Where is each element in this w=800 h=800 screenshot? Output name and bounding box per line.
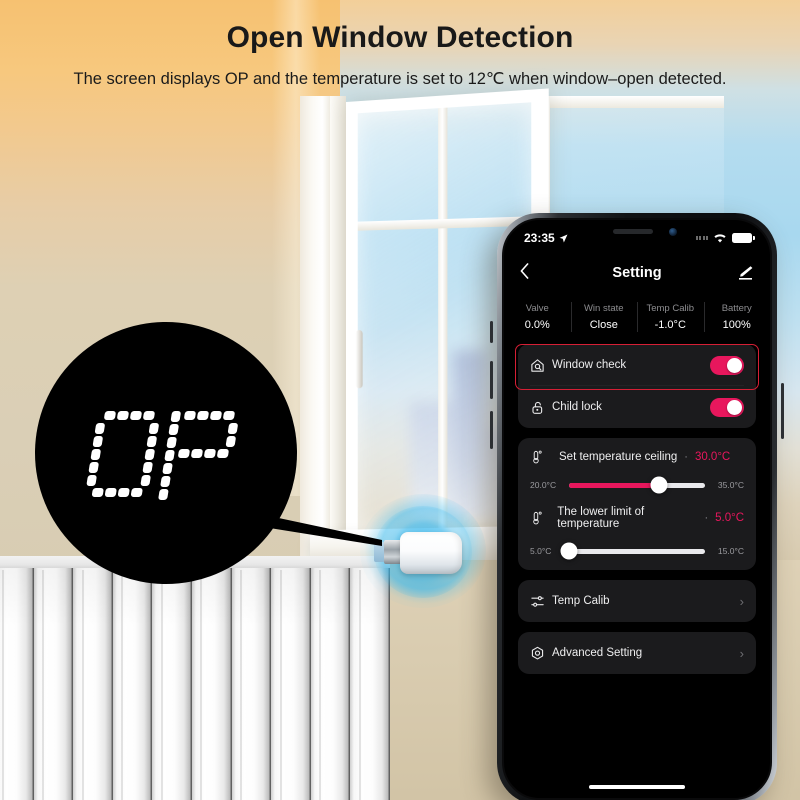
summary-value: 0.0% <box>524 319 550 331</box>
window-check-toggle[interactable] <box>710 355 744 375</box>
signal-dots-icon <box>695 236 708 240</box>
window-handle <box>355 330 363 389</box>
home-indicator[interactable] <box>589 785 685 789</box>
row-window-check[interactable]: Window check <box>518 344 756 386</box>
ceiling-max-label: 35.0°C <box>717 480 744 490</box>
ceiling-label: Set temperature ceiling <box>559 451 678 463</box>
phone-screen: 23:35 Setting Valve 0.0% Win state Close… <box>502 218 772 800</box>
lower-limit-slider[interactable] <box>560 542 705 560</box>
ceiling-slider[interactable] <box>569 476 705 494</box>
wifi-icon <box>714 233 726 243</box>
summary-value: Close <box>589 319 618 331</box>
summary-cell-temp-calib: Temp Calib -1.0°C <box>637 294 704 340</box>
lower-limit-min-label: 5.0°C <box>530 546 552 556</box>
segment-lcd-display-icon <box>86 411 238 500</box>
summary-cell-battery: Battery 100% <box>703 294 771 340</box>
summary-value: -1.0°C <box>654 319 686 331</box>
ceiling-min-label: 20.0°C <box>530 480 557 490</box>
lower-limit-value: 5.0°C <box>715 512 744 524</box>
ceiling-slider-fill <box>569 482 659 488</box>
row-label: Window check <box>552 359 627 371</box>
ceiling-slider-thumb[interactable] <box>650 476 668 494</box>
advanced-setting-card[interactable]: Advanced Setting › <box>518 632 756 674</box>
phone-mute-switch[interactable] <box>490 321 493 343</box>
lower-limit-label: The lower limit of temperature <box>557 506 645 530</box>
open-padlock-icon <box>530 400 552 415</box>
status-indicators <box>695 233 755 244</box>
phone-volume-up-button[interactable] <box>490 361 493 399</box>
window-jamb-outer <box>300 96 330 566</box>
temperature-ceiling-card: Set temperature ceiling · 30.0°C 20.0°C … <box>518 438 756 570</box>
row-temp-calib[interactable]: Temp Calib › <box>518 580 756 622</box>
chevron-right-icon: › <box>739 645 744 661</box>
location-arrow-icon <box>559 234 568 242</box>
page-subtitle: The screen displays OP and the temperatu… <box>73 70 727 88</box>
summary-label: Battery <box>721 303 752 314</box>
ceiling-separator: · <box>684 451 688 463</box>
row-advanced-setting[interactable]: Advanced Setting › <box>518 632 756 674</box>
summary-label: Temp Calib <box>646 303 695 314</box>
summary-value: 100% <box>722 319 751 331</box>
thermometer-icon <box>530 511 550 525</box>
screen-title: Setting <box>612 265 662 281</box>
settings-content: Window check Child lock Set temperature … <box>504 344 770 798</box>
device-summary-strip: Valve 0.0% Win state Close Temp Calib -1… <box>504 294 770 340</box>
banner-text: Open Window Detection The screen display… <box>0 0 800 89</box>
toggles-card: Window check Child lock <box>518 344 756 428</box>
sliders-icon <box>530 594 552 609</box>
lower-limit-header: The lower limit of temperature · 5.0°C <box>530 506 744 530</box>
summary-cell-valve: Valve 0.0% <box>504 294 571 340</box>
phone-volume-down-button[interactable] <box>490 411 493 449</box>
status-time-group: 23:35 <box>524 231 568 245</box>
summary-label: Valve <box>525 303 549 314</box>
back-button[interactable] <box>520 263 546 283</box>
row-label: Temp Calib <box>552 595 610 607</box>
page-title: Open Window Detection <box>226 21 574 54</box>
pencil-edit-icon <box>739 266 753 280</box>
op-display-callout <box>35 322 297 584</box>
row-label: Advanced Setting <box>552 647 643 659</box>
temp-calib-card[interactable]: Temp Calib › <box>518 580 756 622</box>
chevron-right-icon: › <box>739 593 744 609</box>
gear-hex-icon <box>530 646 552 661</box>
navigation-bar: Setting <box>504 256 770 290</box>
summary-label: Win state <box>583 303 624 314</box>
status-time-label: 23:35 <box>524 231 555 245</box>
lower-limit-slider-thumb[interactable] <box>560 542 578 560</box>
phone-power-button[interactable] <box>781 383 784 439</box>
lower-limit-max-label: 15.0°C <box>717 546 744 556</box>
row-child-lock[interactable]: Child lock <box>518 386 756 428</box>
valve-head <box>400 532 462 574</box>
edit-button[interactable] <box>728 265 754 281</box>
lower-limit-slider-row: 5.0°C 15.0°C <box>530 542 744 560</box>
ceiling-header: Set temperature ceiling · 30.0°C <box>530 450 744 464</box>
ceiling-slider-row: 20.0°C 35.0°C <box>530 476 744 494</box>
window-jamb-inner <box>330 96 346 566</box>
radiator <box>0 556 390 800</box>
lower-limit-separator: · <box>704 512 709 524</box>
row-label: Child lock <box>552 401 602 413</box>
thermometer-icon <box>530 450 552 464</box>
chevron-left-icon <box>520 263 529 279</box>
child-lock-toggle[interactable] <box>710 397 744 417</box>
home-search-icon <box>530 358 552 373</box>
battery-full-icon <box>732 233 755 243</box>
ceiling-value: 30.0°C <box>694 451 731 463</box>
summary-cell-win-state: Win state Close <box>570 294 638 340</box>
status-bar: 23:35 <box>504 220 770 250</box>
smartphone-mockup: 23:35 Setting Valve 0.0% Win state Close… <box>490 213 784 800</box>
